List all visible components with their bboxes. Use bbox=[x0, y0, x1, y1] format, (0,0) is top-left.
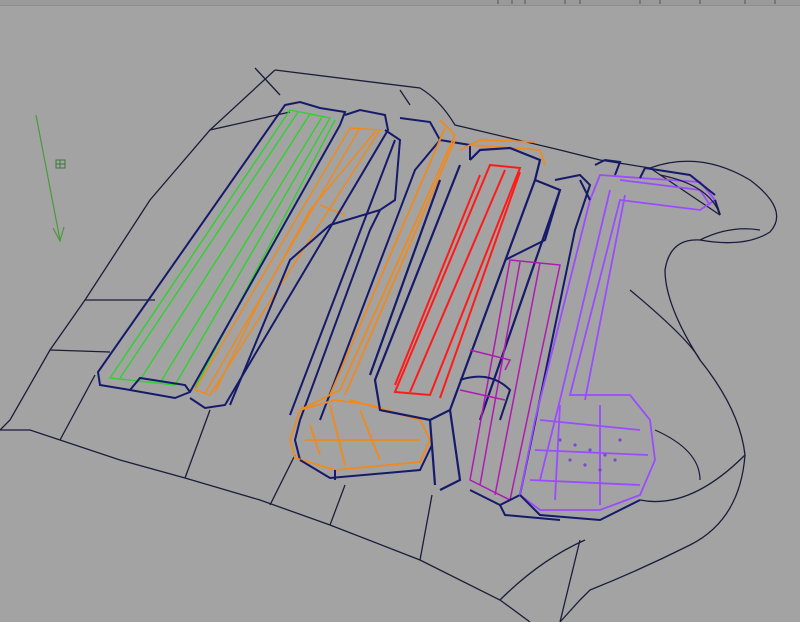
part-green-outline bbox=[96, 100, 347, 400]
part-purple-frame bbox=[519, 158, 721, 522]
pivot-marker-icon[interactable] bbox=[55, 159, 66, 169]
axis-arrow-icon[interactable] bbox=[35, 114, 65, 243]
part-orange-1-frame bbox=[189, 108, 402, 410]
part-orange-1 bbox=[193, 127, 382, 396]
part-purple-holes bbox=[558, 438, 622, 472]
wireframe-scene[interactable] bbox=[0, 0, 800, 622]
cad-viewport[interactable] bbox=[0, 0, 800, 622]
binder-inner-curves bbox=[654, 174, 721, 481]
